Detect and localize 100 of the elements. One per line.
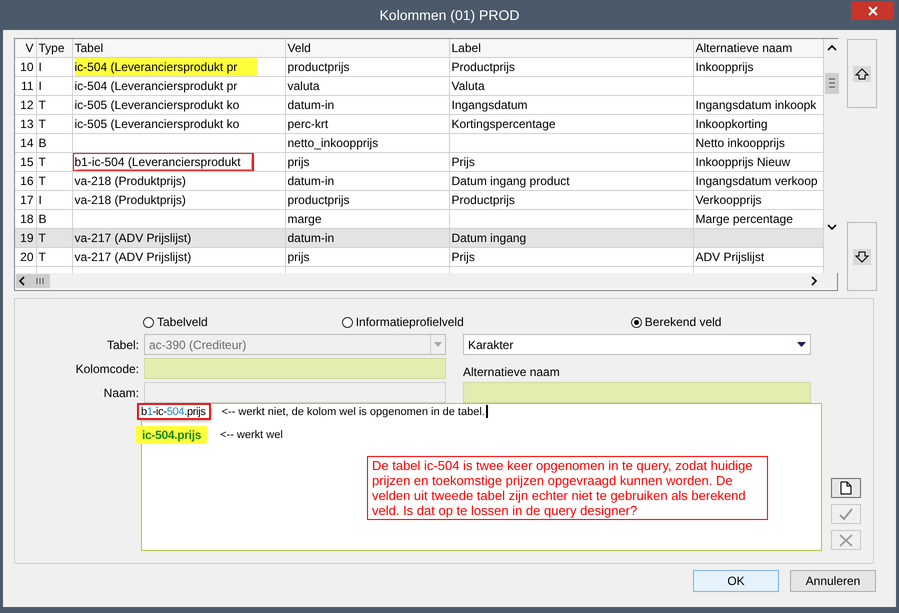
move-up-button[interactable] [847,39,877,108]
document-icon [840,481,852,495]
table-cell: Inkoopkorting [696,117,768,131]
table-cell: Marge percentage [696,212,793,226]
text-cursor [486,405,488,418]
table-cell: T [38,174,46,188]
column-header[interactable]: Alternatieve naam [693,39,823,58]
table-cell: Productprijs [452,60,515,74]
column-header[interactable]: Label [449,39,693,58]
table-cell: 12 [20,98,34,112]
cancel-button[interactable]: Annuleren [790,570,876,592]
table-cell: ic-505 (Leveranciersprodukt ko [74,117,240,131]
table-cell: Netto inkoopprijs [696,136,785,150]
table-cell: Ingangsdatum verkoop [696,174,818,188]
table-cell: I [38,193,42,207]
table-cell: T [38,98,46,112]
table-row[interactable]: 10 I ic-504 (Leveranciersprodukt pr productprijs Productprijs Inkoopprijs [15,58,823,76]
radio-label[interactable]: Tabelveld [157,315,208,329]
field-label: Tabel: [106,338,139,352]
ok-button[interactable]: OK [693,570,779,592]
horizontal-scrollbar[interactable] [15,273,837,289]
table-cell: T [38,117,46,131]
input-field[interactable] [144,382,446,403]
new-button[interactable] [831,478,861,498]
column-header[interactable]: V [15,39,36,58]
table-cell: B [38,212,47,226]
column-header[interactable]: Veld [285,39,449,58]
table-cell: 11 [21,79,34,93]
table-cell: va-217 (ADV Prijslijst) [74,250,192,264]
table-row[interactable]: 14 B netto_inkoopprijs Netto inkoopprijs [15,134,823,152]
field-label: Naam: [102,386,139,400]
input-field[interactable] [144,358,446,379]
table-cell: 10 [20,60,34,74]
table-cell: 18 [20,212,34,226]
table-cell: Kortingspercentage [452,117,556,131]
table-cell: va-217 (ADV Prijslijst) [74,231,192,245]
table-cell: ic-504 (Leveranciersprodukt pr [74,58,258,76]
table-row[interactable]: 13 T ic-505 (Leveranciersprodukt ko perc-krt Kortingspercentage Inkoopkorting [15,114,823,134]
checkmark-icon [839,508,853,520]
radio-label[interactable]: Berekend veld [644,315,722,329]
table-cell: B [38,136,47,150]
table-cell: Inkoopprijs Nieuw [696,155,790,169]
table-cell: netto_inkoopprijs [288,136,378,150]
table-cell: Productprijs [452,193,515,207]
table-cell: 15 [20,155,34,169]
table-cell: I [38,79,42,93]
table-cell: ADV Prijslijst [696,250,764,264]
table-cell: va-218 (Produktprijs) [74,193,186,207]
code-text: b1-ic-504.prijs [139,405,209,418]
table-cell: Prijs [452,155,475,169]
table-cell: I [38,60,42,74]
radio-label[interactable]: Informatieprofielveld [356,315,464,329]
radio-button[interactable] [143,316,154,328]
table-cell: productprijs [288,60,350,74]
table-cell: Prijs [452,250,475,264]
close-button[interactable] [851,1,894,20]
cross-icon [839,534,853,546]
up-arrow-icon [853,66,871,82]
table-cell: 13 [20,117,34,131]
dropdown-arrow-icon [434,342,442,347]
table-cell: T [38,250,46,264]
table-cell: va-218 (Produktprijs) [74,174,186,188]
table-row[interactable]: 17 I va-218 (Produktprijs) productprijs Productprijs Verkoopprijs [15,190,823,210]
column-header[interactable]: Tabel [72,39,285,58]
table-row[interactable]: 11 I ic-504 (Leveranciersprodukt pr valuta Valuta [15,76,823,96]
table-cell: 17 [20,193,34,207]
table-cell: Ingangsdatum inkoopk [696,98,816,112]
table-cell: Datum ingang product [452,174,570,188]
note-text: De tabel ic-504 is twee keer opgenomen in te query, zodat huidige prijzen en toekomstige prijzen opgevraagd kunnen worden. De velden uit tweede tabel zijn echter niet te gebruiken als berekend veld. Is dat op te lossen in de query designer? [367,456,768,520]
table-cell: valuta [288,79,320,93]
table-cell: datum-in [288,98,334,112]
down-arrow-icon [853,248,871,264]
table-cell: Inkoopprijs [696,60,754,74]
table-row[interactable]: 15 T b1-ic-504 (Leveranciersprodukt prijs Prijs Inkoopprijs Nieuw [15,152,823,172]
radio-button[interactable] [342,316,353,328]
table-row[interactable]: 19 T va-217 (ADV Prijslijst) datum-in Datum ingang [15,228,823,248]
table-cell: marge [288,212,322,226]
column-header[interactable]: Type [36,39,72,58]
code-text: ic-504.prijs [136,426,208,444]
table-row[interactable]: 12 T ic-505 (Leveranciersprodukt ko datum-in Ingangsdatum Ingangsdatum inkoopk [15,96,823,114]
table-cell: Datum ingang [452,231,526,245]
close-icon [866,4,878,16]
table-row[interactable]: 20 T va-217 (ADV Prijslijst) prijs Prijs ADV Prijslijst [15,248,823,266]
table-cell: datum-in [288,231,334,245]
table-cell: datum-in [288,174,334,188]
table-row[interactable]: 16 T va-218 (Produktprijs) datum-in Datum ingang product Ingangsdatum verkoop [15,172,823,190]
comment-text: <-- werkt niet, de kolom wel is opgenomen in de tabel. [222,406,485,418]
table-cell: b1-ic-504 (Leveranciersprodukt [74,155,251,169]
table-cell: prijs [288,250,310,264]
table-cell: 14 [20,136,34,150]
radio-button[interactable] [630,316,642,328]
dropdown-arrow-icon [797,342,806,347]
input-field[interactable] [463,382,811,403]
field-label: Alternatieve naam [463,365,561,379]
move-down-button[interactable] [847,222,877,291]
table-cell: T [38,155,46,169]
type-dropdown[interactable]: Karakter [463,334,811,355]
table-cell: 20 [20,250,34,264]
table-cell: T [38,231,46,245]
table-cell: prijs [288,155,310,169]
